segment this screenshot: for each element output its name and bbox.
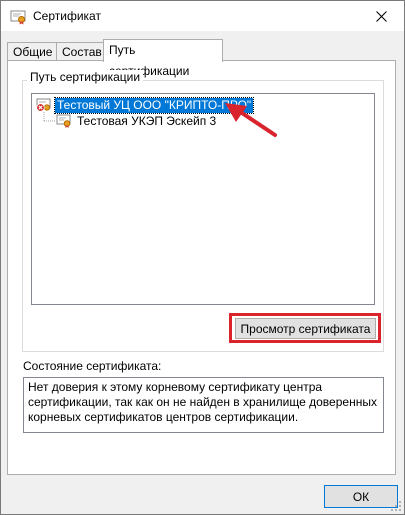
annotation-arrow: [225, 103, 277, 137]
certificate-dialog: Сертификат Общие Состав Путь сертификаци…: [0, 0, 405, 515]
tab-general[interactable]: Общие: [7, 42, 57, 60]
tree-item-label: Тестовая УКЭП Эскейп 3: [77, 113, 217, 128]
cert-path-group-label: Путь сертификации: [27, 70, 144, 84]
title-bar: Сертификат: [1, 1, 404, 31]
tab-details[interactable]: Состав: [56, 42, 104, 60]
ok-button[interactable]: ОК: [324, 485, 398, 508]
tree-item-user-cert[interactable]: Тестовая УКЭП Эскейп 3: [56, 113, 218, 129]
tab-certification-path[interactable]: Путь сертификации: [103, 39, 223, 78]
window-title: Сертификат: [33, 9, 101, 23]
view-certificate-button[interactable]: Просмотр сертификата: [235, 318, 376, 339]
certificate-icon: [10, 10, 26, 25]
cert-status-text[interactable]: Нет доверия к этому корневому сертификат…: [23, 377, 384, 433]
cert-path-tree[interactable]: Тестовый УЦ ООО "КРИПТО-ПРО" Тестовая УК…: [31, 93, 375, 305]
close-icon: [375, 10, 387, 22]
resize-grip-icon[interactable]: [390, 500, 402, 512]
cert-error-icon: [36, 98, 51, 112]
close-button[interactable]: [358, 1, 404, 31]
certificate-icon: [56, 114, 71, 128]
cert-status-label: Состояние сертификата:: [23, 359, 162, 373]
